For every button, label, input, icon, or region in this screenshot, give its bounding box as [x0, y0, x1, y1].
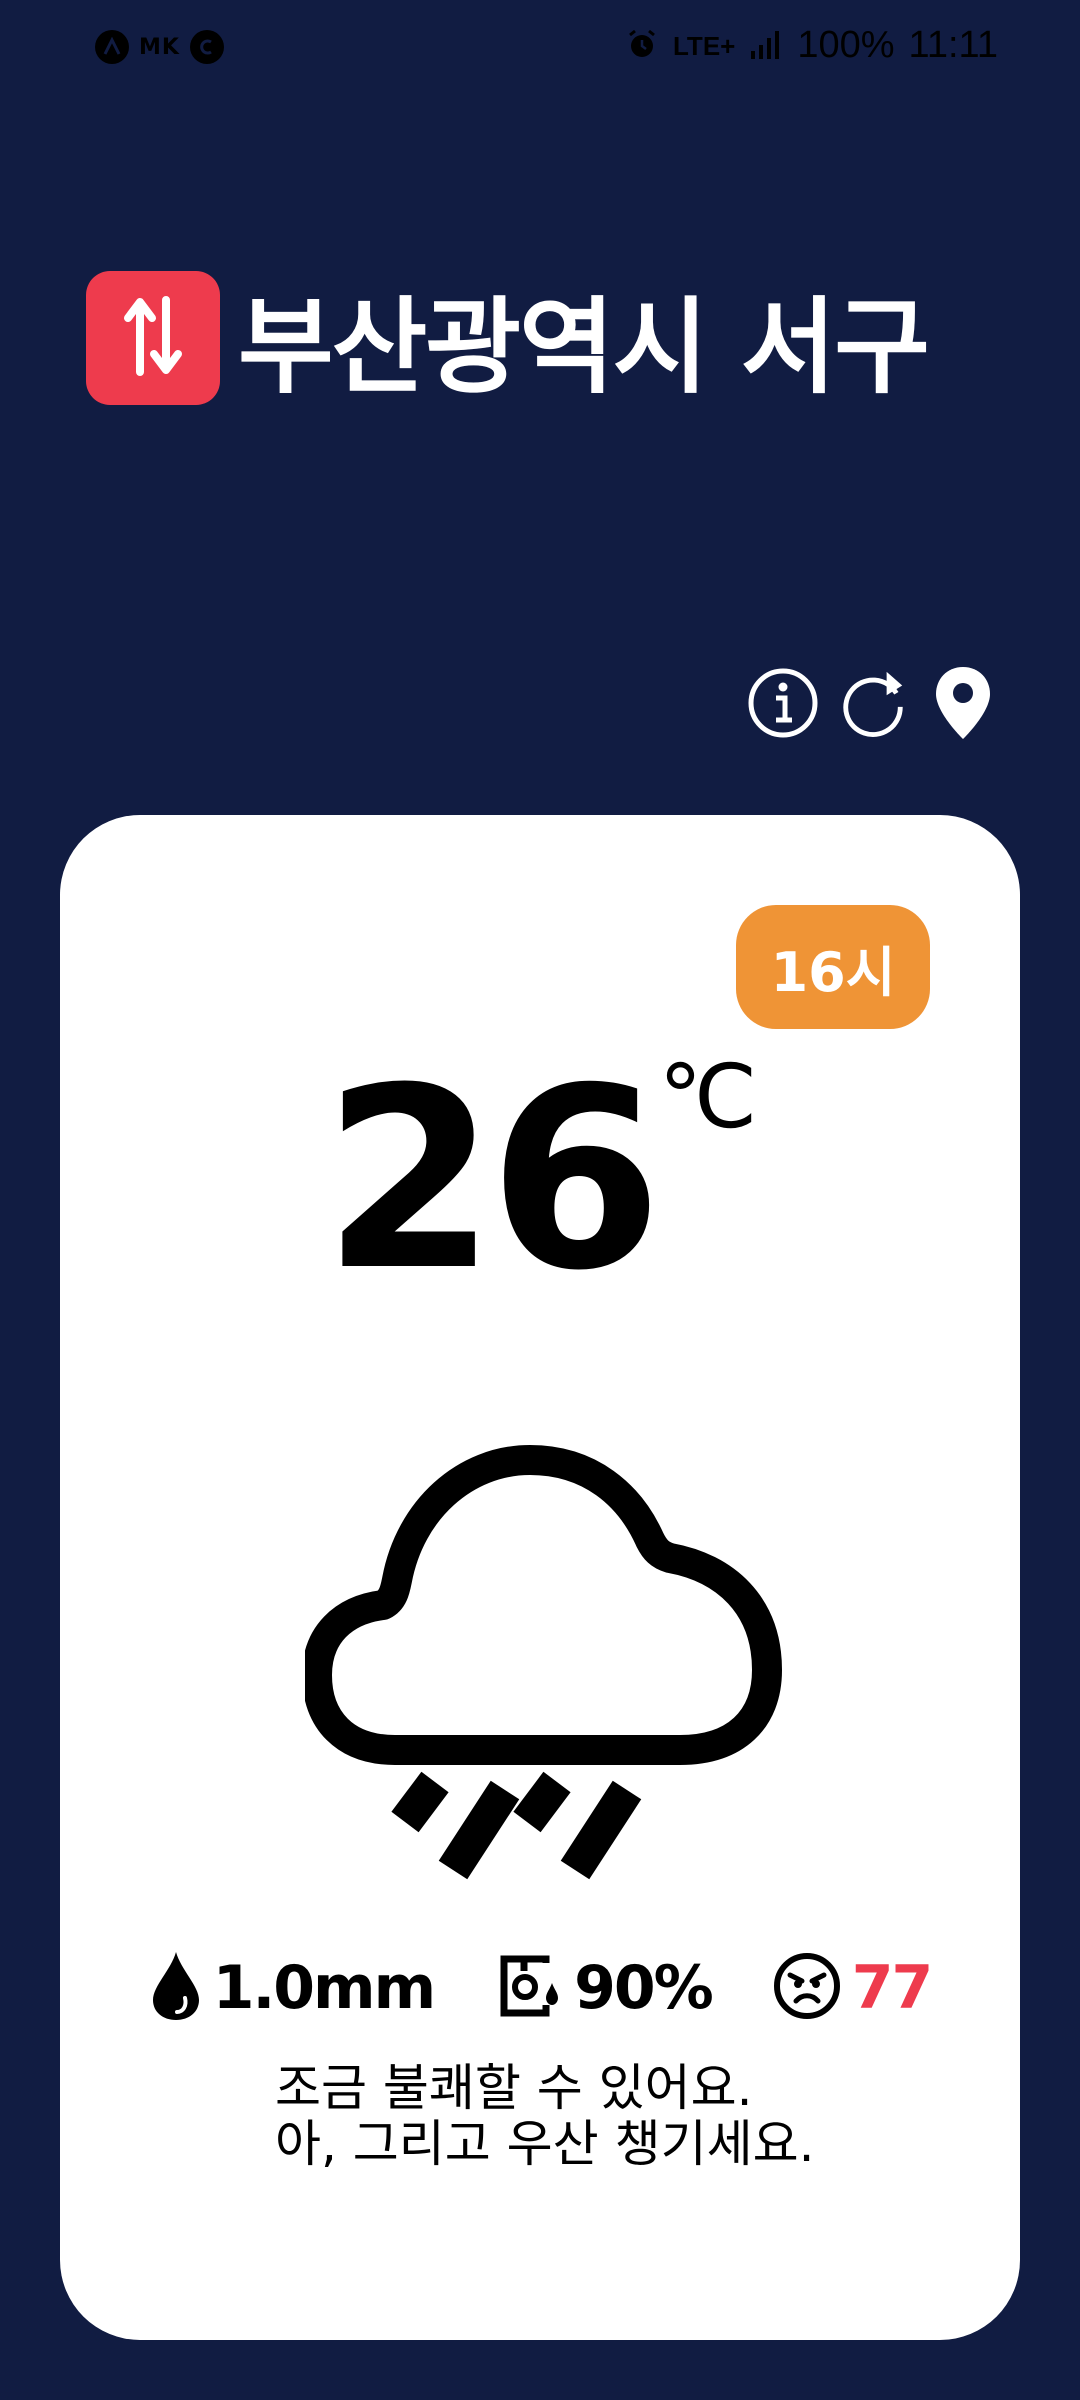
- swap-vertical-icon: [118, 294, 188, 382]
- a-circle-icon: [95, 30, 129, 64]
- clock: 11:11: [908, 24, 998, 66]
- temperature-value: 26: [322, 1034, 663, 1325]
- humidity-value: 90%: [574, 1953, 714, 2023]
- angry-face-icon: [772, 1951, 842, 2025]
- status-right-icons: LTE+ 100% 11:11: [625, 24, 998, 67]
- weather-message: 조금 불쾌할 수 있어요. 아, 그리고 우산 챙기세요.: [275, 2060, 814, 2172]
- action-bar: [746, 666, 1000, 740]
- mk-label: MK: [139, 34, 180, 60]
- humidity-metric: 90%: [494, 1951, 714, 2025]
- location-pin-icon[interactable]: [926, 666, 1000, 740]
- swap-location-button[interactable]: [86, 270, 220, 405]
- discomfort-metric: 77: [772, 1951, 933, 2025]
- humidity-icon: [494, 1951, 564, 2025]
- temperature-unit: ℃: [658, 1045, 758, 1148]
- precipitation-value: 1.0mm: [212, 1953, 436, 2023]
- weather-card: 16시 26℃ 1.0mm 90% 77 조금 불쾌할 수 있어요. 아, 그리…: [60, 815, 1020, 2340]
- message-line-1: 조금 불쾌할 수 있어요.: [275, 2059, 753, 2117]
- temperature-display: 26℃: [60, 1034, 1020, 1325]
- alarm-icon: [625, 27, 659, 65]
- refresh-icon[interactable]: [836, 666, 910, 740]
- message-line-2: 아, 그리고 우산 챙기세요.: [275, 2115, 815, 2173]
- cloud-rain-icon: [302, 1420, 785, 1880]
- status-left-icons: MK: [95, 30, 224, 64]
- raindrop-icon: [149, 1950, 203, 2026]
- network-label: LTE+: [672, 30, 736, 61]
- status-bar: MK LTE+ 100% 11:11: [0, 0, 1080, 100]
- signal-icon: [749, 29, 783, 63]
- precipitation-metric: 1.0mm: [149, 1950, 436, 2026]
- battery-level: 100%: [797, 24, 895, 66]
- location-title: 부산광역시 서구: [238, 286, 930, 408]
- weather-metrics: 1.0mm 90% 77: [60, 1950, 1020, 2026]
- info-icon[interactable]: [746, 666, 820, 740]
- header: 부산광역시 서구: [86, 262, 930, 413]
- discomfort-index-value: 77: [851, 1953, 933, 2023]
- c-circle-icon: [189, 30, 224, 64]
- hour-badge[interactable]: 16시: [736, 905, 930, 1029]
